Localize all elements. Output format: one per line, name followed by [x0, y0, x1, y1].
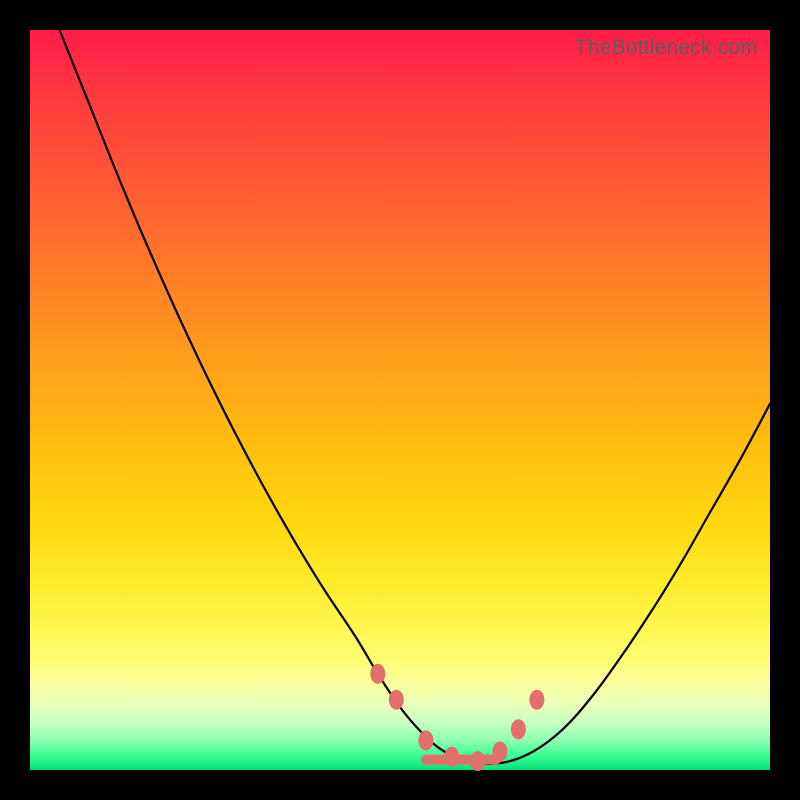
highlight-marker	[511, 719, 526, 739]
highlight-marker	[370, 664, 385, 684]
highlight-marker	[492, 742, 507, 762]
highlight-marker	[470, 751, 485, 771]
highlight-marker	[389, 690, 404, 710]
chart-frame: TheBottleneck.com	[0, 0, 800, 800]
highlight-marker	[529, 690, 544, 710]
highlight-markers	[370, 664, 544, 771]
plot-area: TheBottleneck.com	[30, 30, 770, 770]
bottleneck-curve-line	[60, 30, 770, 764]
highlight-marker	[444, 747, 459, 767]
highlight-marker	[418, 730, 433, 750]
bottleneck-curve-svg	[30, 30, 770, 770]
